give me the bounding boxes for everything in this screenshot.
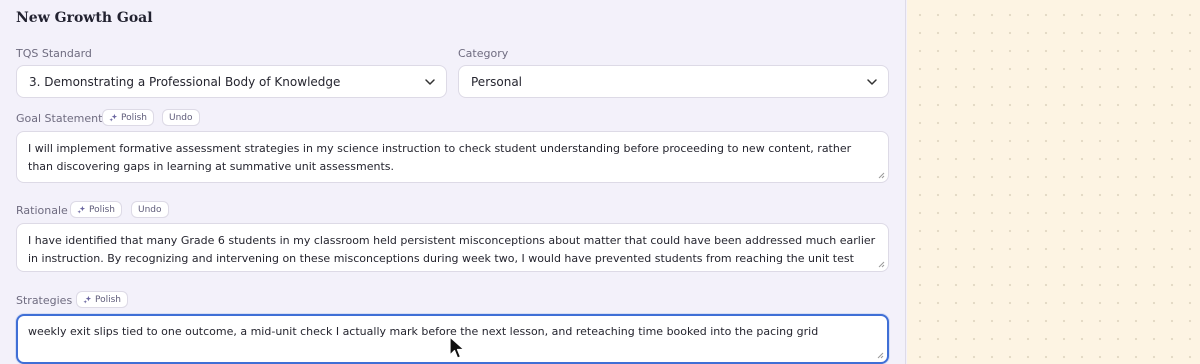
resize-grip-icon[interactable] — [876, 351, 884, 359]
strategies-label: Strategies — [16, 294, 73, 307]
sparkle-icon — [109, 113, 118, 122]
strategies-text: weekly exit slips tied to one outcome, a… — [28, 325, 819, 338]
strategies-polish-button[interactable]: Polish — [76, 291, 129, 308]
goal-polish-button[interactable]: Polish — [102, 109, 155, 126]
tqs-standard-select[interactable]: 3. Demonstrating a Professional Body of … — [16, 65, 447, 98]
tqs-standard-value: 3. Demonstrating a Professional Body of … — [29, 74, 341, 89]
tqs-standard-label: TQS Standard — [16, 47, 92, 60]
strategies-polish-label: Polish — [95, 294, 122, 305]
rationale-undo-label: Undo — [138, 204, 162, 215]
chevron-down-icon — [425, 79, 435, 85]
goal-statement-text: I will implement formative assessment st… — [28, 142, 852, 173]
goal-statement-textarea[interactable]: I will implement formative assessment st… — [16, 131, 889, 183]
resize-grip-icon[interactable] — [877, 171, 885, 179]
category-select[interactable]: Personal — [458, 65, 889, 98]
category-value: Personal — [471, 74, 523, 89]
rationale-polish-label: Polish — [89, 204, 116, 215]
sparkle-icon — [83, 295, 92, 304]
goal-statement-label: Goal Statement — [16, 112, 103, 125]
growth-goal-form: New Growth Goal TQS Standard 3. Demonstr… — [0, 0, 906, 364]
mouse-pointer-icon — [449, 336, 465, 359]
sparkle-icon — [77, 205, 86, 214]
resize-grip-icon[interactable] — [877, 260, 885, 268]
goal-undo-button[interactable]: Undo — [162, 109, 200, 126]
rationale-polish-button[interactable]: Polish — [70, 201, 123, 218]
form-title: New Growth Goal — [16, 10, 153, 26]
rationale-label: Rationale — [16, 204, 68, 217]
goal-polish-label: Polish — [121, 112, 148, 123]
rationale-text: I have identified that many Grade 6 stud… — [28, 234, 876, 271]
goal-undo-label: Undo — [169, 112, 193, 123]
rationale-textarea[interactable]: I have identified that many Grade 6 stud… — [16, 223, 889, 272]
chevron-down-icon — [867, 79, 877, 85]
dotted-side-panel — [907, 0, 1200, 364]
rationale-undo-button[interactable]: Undo — [131, 201, 169, 218]
category-label: Category — [458, 47, 509, 60]
